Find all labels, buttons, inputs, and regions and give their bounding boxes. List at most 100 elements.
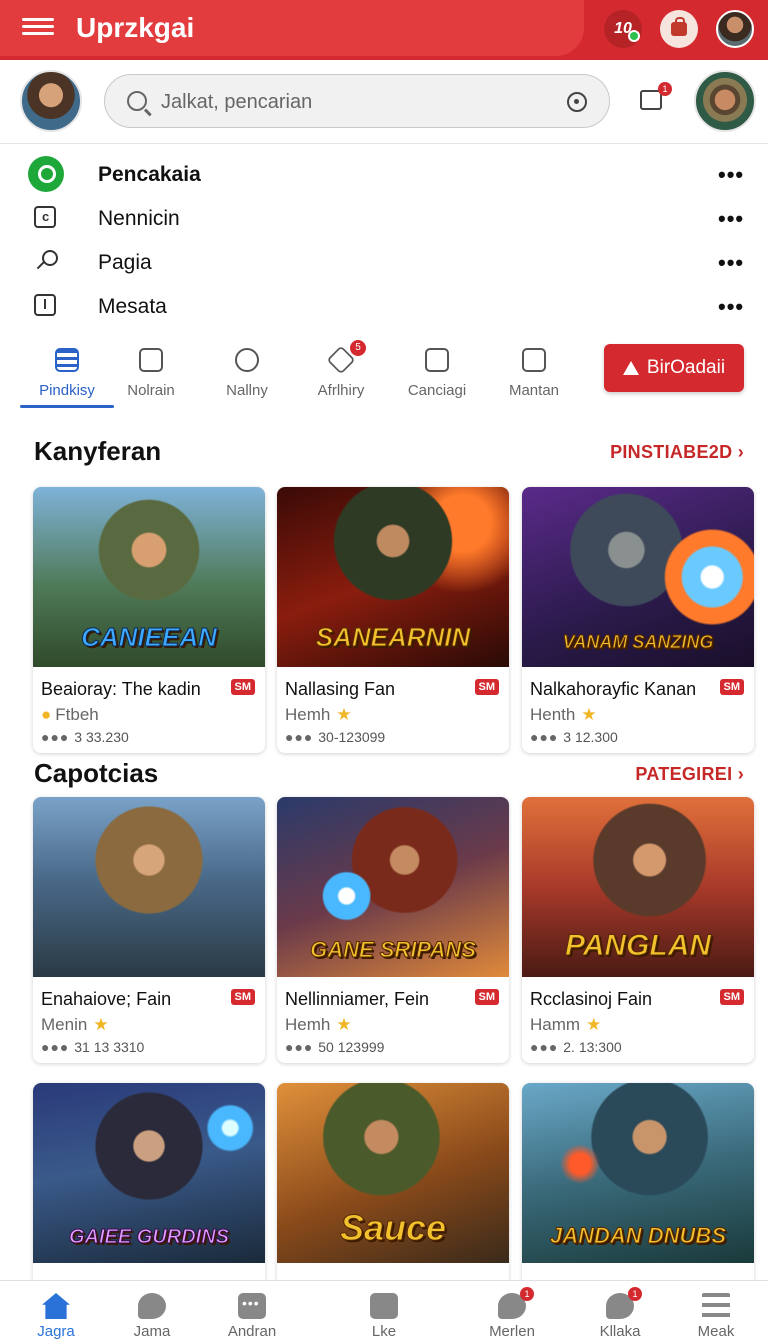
calendar-icon (139, 348, 163, 372)
nav-label: Lke (371, 1323, 397, 1340)
star-icon: ★ (336, 1015, 352, 1034)
game-subtitle: Hamm ★ (530, 1015, 601, 1035)
nav-label: Jama (133, 1323, 171, 1340)
section-see-all-link[interactable]: PINSTIABE2D › (610, 442, 744, 463)
green-search-icon (28, 156, 64, 192)
menu-item-label: Mesata (98, 295, 167, 318)
star-icon: ★ (586, 1015, 602, 1034)
list-icon (55, 348, 79, 372)
game-tag-badge: SM (230, 989, 255, 1005)
subtitle-text: Menin (41, 1015, 88, 1034)
section-link-label: PATEGIREI (635, 764, 733, 784)
online-dot-icon (628, 30, 640, 42)
game-name: Enahaiove; Fain (41, 989, 172, 1009)
subtitle-text: Hamm (530, 1015, 581, 1034)
shop-bag-icon[interactable] (660, 10, 698, 48)
tab-mantan[interactable]: Mantan (487, 338, 581, 404)
lens-scan-icon[interactable] (567, 92, 587, 112)
search-input[interactable] (161, 87, 541, 117)
tab-label: Afrlhiry (317, 382, 365, 399)
game-card[interactable]: GANE SRIPANS Nellinniamer, Fein SM Hemh ★… (277, 797, 509, 1063)
tab-nolrain[interactable]: Nolrain (104, 338, 198, 404)
game-cover-image (33, 797, 265, 977)
cover-title: Sauce (339, 1207, 447, 1249)
menu-item-nennicin[interactable]: Nennicin ••• (0, 196, 768, 240)
friend-avatar[interactable] (694, 70, 756, 132)
subtitle-text: Hemh (285, 1015, 331, 1034)
nav-meak[interactable]: Meak (668, 1281, 764, 1344)
nav-jama[interactable]: Jama (104, 1281, 200, 1344)
subtitle-text: Ftbeh (55, 705, 99, 724)
cover-title: PANGLAN (564, 929, 712, 963)
game-subtitle: Hemh ★ (285, 1015, 352, 1035)
game-card[interactable]: VANAM SANZING Nalkahorayfic Kanan SM Hen… (522, 487, 754, 753)
section-see-all-link[interactable]: PATEGIREI › (635, 764, 744, 785)
nav-label: Andran (227, 1323, 277, 1340)
cover-title: JANDAN DNUBS (549, 1223, 726, 1249)
dots-icon: ●●● (285, 1039, 319, 1055)
section-header: Capotcias PATEGIREI › (34, 758, 744, 794)
game-card[interactable]: Enahaiove; Fain SM Menin ★ ●●● 31 13 3310 (33, 797, 265, 1063)
game-card[interactable]: JANDAN DNUBS (522, 1083, 754, 1293)
nav-lke[interactable]: Lke (336, 1281, 432, 1344)
menu-item-label: Pagia (98, 251, 152, 274)
nav-andran[interactable]: Andran (204, 1281, 300, 1344)
tab-afrlhiry[interactable]: 5 Afrlhiry (294, 338, 388, 404)
game-stats: ●●● 50 123999 (285, 1039, 384, 1055)
menu-item-label: Pencakaia (98, 163, 201, 186)
game-name: Beaioray: The kadin (41, 679, 201, 699)
more-options-icon[interactable]: ••• (718, 294, 744, 320)
tab-canciagi[interactable]: Canciagi (390, 338, 484, 404)
top-app-bar: Uprzkgai 10 (0, 0, 768, 60)
section-title: Kanyferan (34, 436, 162, 466)
profile-avatar-small[interactable] (716, 10, 754, 48)
search-bar[interactable] (104, 74, 610, 128)
home-icon (42, 1293, 70, 1319)
games-icon[interactable]: 10 (604, 10, 642, 48)
notification-button[interactable]: 1 (638, 82, 672, 114)
square-c-icon (34, 206, 56, 228)
game-card[interactable]: GAIEE GURDINS (33, 1083, 265, 1293)
menu-list: Pencakaia ••• Nennicin ••• Pagia ••• Mes… (0, 152, 768, 328)
check-circle-icon (235, 348, 259, 372)
nav-kllaka[interactable]: 1 Kllaka (572, 1281, 668, 1344)
tab-pindkisy[interactable]: Pindkisy (20, 338, 114, 408)
tab-label: Nolrain (127, 382, 175, 399)
more-options-icon[interactable]: ••• (718, 206, 744, 232)
game-tag-badge: SM (719, 679, 744, 695)
more-options-icon[interactable]: ••• (718, 250, 744, 276)
user-avatar[interactable] (20, 70, 82, 132)
cover-title: GANE SRIPANS (310, 937, 477, 963)
box-icon (425, 348, 449, 372)
menu-item-pencakaia[interactable]: Pencakaia ••• (0, 152, 768, 196)
stats-value: 31 13 3310 (74, 1039, 145, 1055)
game-cover-image: CANIEEAN (33, 487, 265, 667)
menu-item-pagia[interactable]: Pagia ••• (0, 240, 768, 284)
game-stats: ●●● 30-123099 (285, 729, 385, 745)
nav-merlen[interactable]: 1 Merlen (464, 1281, 560, 1344)
cta-button[interactable]: BirOadaii (604, 344, 744, 392)
game-tag-badge: SM (230, 679, 255, 695)
game-card[interactable]: PANGLAN Rcclasinoj Fain SM Hamm ★ ●●● 2. … (522, 797, 754, 1063)
chat-icon (238, 1293, 266, 1319)
game-subtitle: Henth ★ (530, 705, 597, 725)
edit-icon (370, 1293, 398, 1319)
menu-item-mesata[interactable]: Mesata ••• (0, 284, 768, 328)
game-tag-badge: SM (719, 989, 744, 1005)
more-options-icon[interactable]: ••• (718, 162, 744, 188)
timer-icon (34, 294, 56, 316)
tab-label: Mantan (508, 382, 560, 399)
game-card[interactable]: CANIEEAN Beaioray: The kadin SM ● Ftbeh ●… (33, 487, 265, 753)
section-title: Capotcias (34, 758, 159, 788)
game-card[interactable]: Sauce (277, 1083, 509, 1293)
nav-label: Kllaka (599, 1323, 641, 1340)
warning-icon (622, 361, 639, 375)
stats-value: 3 33.230 (74, 729, 129, 745)
subtitle-text: Hemh (285, 705, 331, 724)
grid-icon (522, 348, 546, 372)
game-card[interactable]: SANEARNIN Nallasing Fan SM Hemh ★ ●●● 30-… (277, 487, 509, 753)
nav-jagra[interactable]: Jagra (8, 1281, 104, 1344)
tab-nallny[interactable]: Nallny (200, 338, 294, 404)
stats-value: 3 12.300 (563, 729, 618, 745)
hamburger-menu-icon[interactable] (22, 14, 54, 42)
